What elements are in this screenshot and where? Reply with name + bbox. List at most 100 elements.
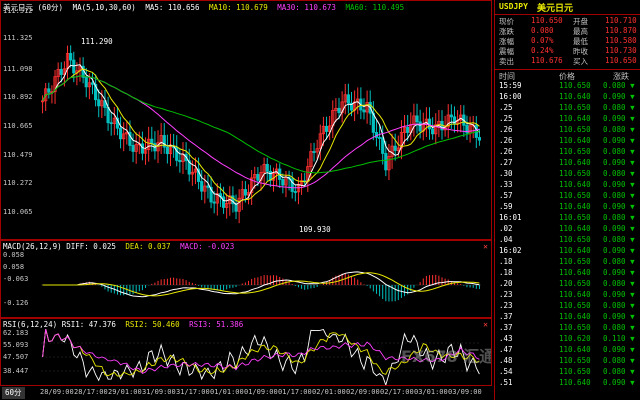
tick-row[interactable]: .23 110.650 0.080 ▼ bbox=[497, 301, 639, 312]
tick-row[interactable]: .43 110.620 0.110 ▼ bbox=[497, 334, 639, 345]
rsi-panel[interactable]: RSI(6,12,24) RSI1: 47.376 RSI2: 50.460 R… bbox=[0, 318, 492, 386]
tick-change: 0.080 ▼ bbox=[603, 257, 635, 266]
rsi-close-icon[interactable]: ✕ bbox=[483, 320, 488, 329]
macd-y-tick-1: 0.058 bbox=[3, 251, 25, 259]
tick-time: .37 bbox=[499, 312, 513, 321]
low-annotation: 109.930 bbox=[299, 225, 331, 234]
tick-row[interactable]: .04 110.650 0.080 ▼ bbox=[497, 235, 639, 246]
tick-row[interactable]: .02 110.640 0.090 ▼ bbox=[497, 224, 639, 235]
tick-row[interactable]: .37 110.650 0.080 ▼ bbox=[497, 323, 639, 334]
symbol-name: 美元日元 bbox=[537, 4, 574, 14]
quote-label: 卖出 bbox=[499, 57, 514, 66]
candle-body bbox=[212, 201, 216, 204]
price-chart-panel[interactable]: 美元日元 (60分) MA(5,10,30,60) MA5: 110.656 M… bbox=[0, 0, 492, 240]
tick-row[interactable]: .48 110.650 0.080 ▼ bbox=[497, 356, 639, 367]
tick-row[interactable]: .23 110.640 0.090 ▼ bbox=[497, 290, 639, 301]
tick-price: 110.650 bbox=[559, 235, 591, 244]
period-tab-60min[interactable]: 60分 bbox=[2, 387, 25, 399]
tick-row[interactable]: .25 110.640 0.090 ▼ bbox=[497, 114, 639, 125]
tick-row[interactable]: .57 110.650 0.080 ▼ bbox=[497, 191, 639, 202]
macd-value: MACD: -0.023 bbox=[180, 242, 235, 251]
tick-price: 110.640 bbox=[559, 312, 591, 321]
macd-diff: MACD(26,12,9) DIFF: 0.025 bbox=[3, 242, 116, 251]
tick-row[interactable]: 16:01 110.650 0.080 ▼ bbox=[497, 213, 639, 224]
macd-y-tick-3: -0.063 bbox=[3, 275, 29, 283]
tick-price: 110.640 bbox=[559, 268, 591, 277]
tick-time: .23 bbox=[499, 290, 513, 299]
x-tick: 01/17:00 bbox=[278, 388, 312, 396]
tick-row[interactable]: .33 110.640 0.090 ▼ bbox=[497, 180, 639, 191]
candle-body bbox=[393, 145, 397, 151]
rsi-y-tick-3: 47.507 bbox=[3, 353, 29, 361]
tick-price: 110.640 bbox=[559, 92, 591, 101]
tick-row[interactable]: .47 110.640 0.090 ▼ bbox=[497, 345, 639, 356]
tick-change: 0.090 ▼ bbox=[603, 345, 635, 354]
macd-y-tick-4: -0.126 bbox=[3, 299, 29, 307]
high-annotation: 111.290 bbox=[81, 37, 113, 46]
quote-row: 震幅 0.24% 昨收 110.730 bbox=[497, 46, 639, 56]
tick-price: 110.650 bbox=[559, 356, 591, 365]
tick-price: 110.640 bbox=[559, 378, 591, 387]
tick-row[interactable]: .51 110.640 0.090 ▼ bbox=[497, 378, 639, 389]
tick-change: 0.090 ▼ bbox=[603, 290, 635, 299]
tick-row[interactable]: .20 110.650 0.080 ▼ bbox=[497, 279, 639, 290]
tick-row[interactable]: .59 110.640 0.090 ▼ bbox=[497, 202, 639, 213]
tick-price: 110.650 bbox=[559, 367, 591, 376]
candle-body bbox=[346, 94, 350, 104]
tick-row[interactable]: .18 110.640 0.090 ▼ bbox=[497, 268, 639, 279]
tick-price: 110.640 bbox=[559, 202, 591, 211]
tick-row[interactable]: 16:00 110.640 0.090 ▼ bbox=[497, 92, 639, 103]
candle-body bbox=[140, 143, 145, 154]
tick-time: .26 bbox=[499, 147, 513, 156]
tick-time: .37 bbox=[499, 323, 513, 332]
candle-body bbox=[221, 196, 226, 208]
tick-row[interactable]: .27 110.640 0.090 ▼ bbox=[497, 158, 639, 169]
tick-row[interactable]: .30 110.650 0.080 ▼ bbox=[497, 169, 639, 180]
candle-body bbox=[384, 153, 388, 171]
candle-body bbox=[415, 115, 419, 123]
x-tick: 31/09:00 bbox=[142, 388, 176, 396]
tick-time: .26 bbox=[499, 136, 513, 145]
x-tick: 02/09:00 bbox=[346, 388, 380, 396]
tick-row[interactable]: 15:59 110.650 0.080 ▼ bbox=[497, 81, 639, 92]
rsi3-value: RSI3: 51.386 bbox=[189, 320, 244, 329]
tick-change: 0.080 ▼ bbox=[603, 125, 635, 134]
quote-value: 110.650 bbox=[605, 56, 637, 65]
quote-value: 0.080 bbox=[531, 26, 554, 35]
candle-body bbox=[312, 151, 316, 153]
candle-body bbox=[106, 107, 110, 124]
candle-body bbox=[84, 76, 88, 88]
macd-plot[interactable] bbox=[41, 251, 481, 317]
tick-row[interactable]: .25 110.650 0.080 ▼ bbox=[497, 103, 639, 114]
candle-body bbox=[109, 122, 113, 125]
tick-change: 0.090 ▼ bbox=[603, 180, 635, 189]
tick-change: 0.090 ▼ bbox=[603, 136, 635, 145]
tick-row[interactable]: .26 110.650 0.080 ▼ bbox=[497, 125, 639, 136]
tick-price: 110.650 bbox=[559, 191, 591, 200]
tick-price: 110.640 bbox=[559, 290, 591, 299]
tick-row[interactable]: .18 110.650 0.080 ▼ bbox=[497, 257, 639, 268]
tick-row[interactable]: .37 110.640 0.090 ▼ bbox=[497, 312, 639, 323]
candle-body bbox=[69, 53, 73, 61]
tick-price: 110.640 bbox=[559, 246, 591, 255]
tick-change: 0.080 ▼ bbox=[603, 235, 635, 244]
tick-change: 0.090 ▼ bbox=[603, 202, 635, 211]
quote-row: 卖出 110.676 买入 110.650 bbox=[497, 56, 639, 66]
tick-price: 110.650 bbox=[559, 257, 591, 266]
macd-close-icon[interactable]: ✕ bbox=[483, 242, 488, 251]
tick-time: 16:02 bbox=[499, 246, 522, 255]
tick-time: .18 bbox=[499, 257, 513, 266]
tick-row[interactable]: .26 110.640 0.090 ▼ bbox=[497, 136, 639, 147]
tick-change: 0.090 ▼ bbox=[603, 92, 635, 101]
candle-body bbox=[362, 109, 366, 113]
symbol-code: USDJPY bbox=[499, 2, 528, 11]
tick-header: 时间 价格 涨跌 bbox=[495, 69, 640, 81]
quote-value: 110.676 bbox=[531, 56, 563, 65]
tick-row[interactable]: .26 110.650 0.080 ▼ bbox=[497, 147, 639, 158]
tick-row[interactable]: 16:02 110.640 0.090 ▼ bbox=[497, 246, 639, 257]
macd-panel[interactable]: MACD(26,12,9) DIFF: 0.025 DEA: 0.037 MAC… bbox=[0, 240, 492, 318]
tick-change: 0.090 ▼ bbox=[603, 114, 635, 123]
x-tick: 31/17:00 bbox=[176, 388, 210, 396]
candle-body bbox=[256, 174, 260, 181]
tick-row[interactable]: .54 110.650 0.080 ▼ bbox=[497, 367, 639, 378]
